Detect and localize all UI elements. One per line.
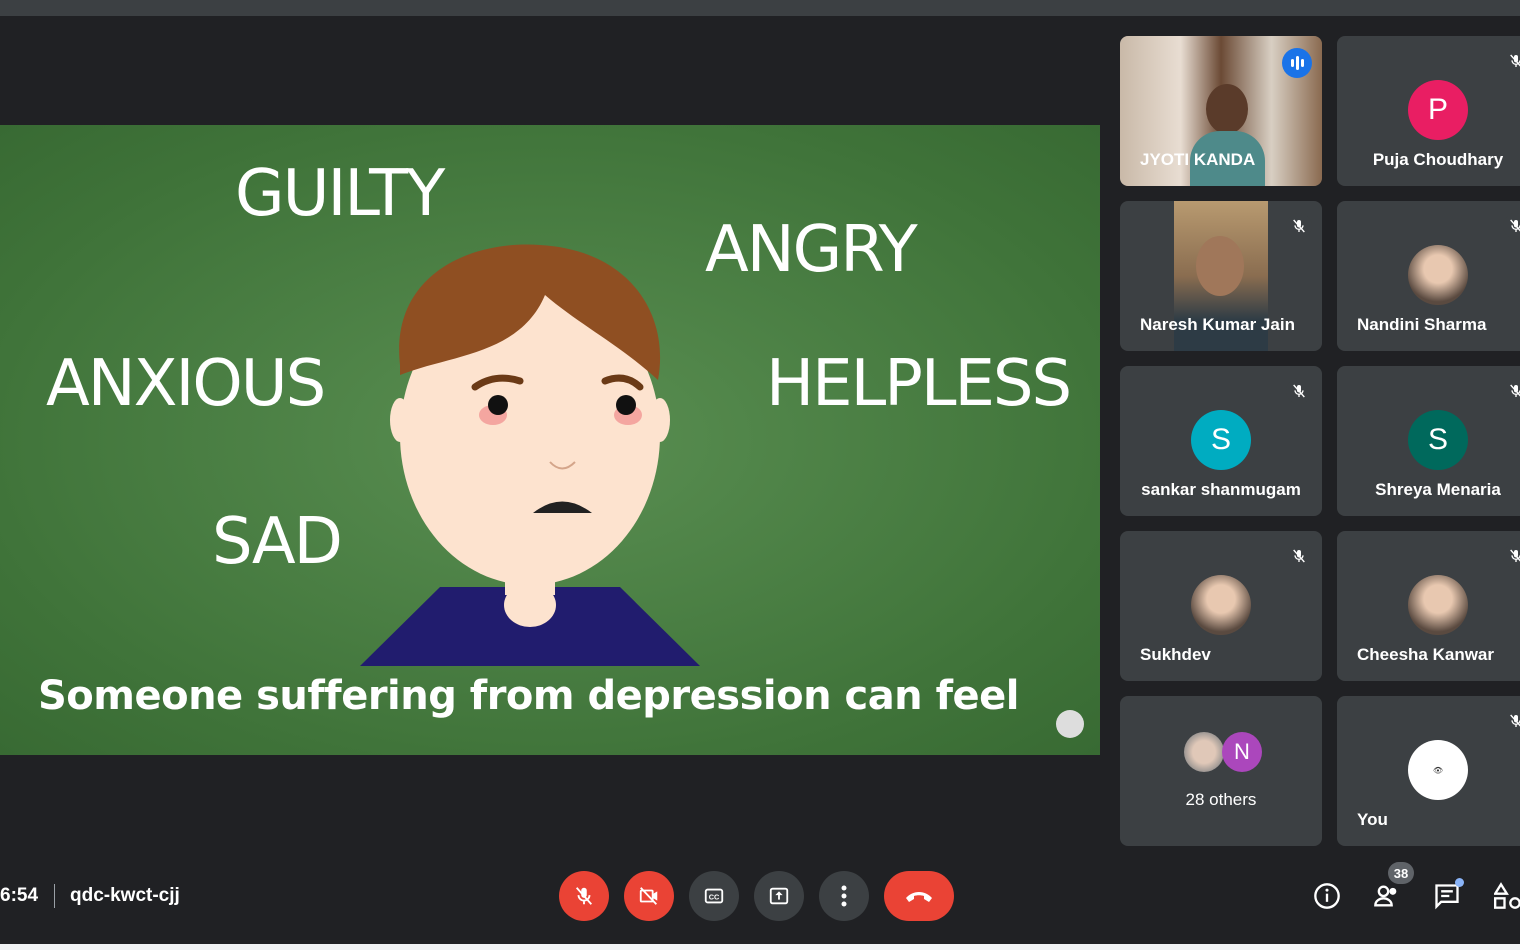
meeting-details-button[interactable] xyxy=(1313,882,1341,915)
avatar xyxy=(1408,575,1468,635)
avatar: S xyxy=(1191,410,1251,470)
word-helpless: HELPLESS xyxy=(766,347,1072,421)
people-button[interactable]: 38 xyxy=(1372,862,1414,915)
present-button[interactable] xyxy=(754,871,804,921)
participant-tile[interactable]: Ssankar shanmugam xyxy=(1120,366,1322,516)
mic-off-icon xyxy=(575,887,593,905)
present-icon xyxy=(769,887,789,905)
participant-name: JYOTI KANDA xyxy=(1140,150,1256,169)
word-guilty: GUILTY xyxy=(235,157,445,231)
avatar: N xyxy=(1222,732,1262,772)
muted-mic-icon xyxy=(1286,378,1312,404)
participant-tile[interactable]: JYOTI KANDA xyxy=(1120,36,1322,186)
avatar: P xyxy=(1408,80,1468,140)
meeting-time: 6:54 xyxy=(0,885,39,906)
muted-mic-icon xyxy=(1503,708,1520,734)
top-bar xyxy=(0,0,1520,16)
participant-name: Puja Choudhary xyxy=(1372,150,1504,169)
end-call-icon xyxy=(906,892,932,902)
participant-name: Shreya Menaria xyxy=(1375,480,1501,499)
speaking-indicator-icon xyxy=(1282,48,1312,78)
word-sad: SAD xyxy=(212,505,343,579)
participant-name: Naresh Kumar Jain xyxy=(1140,315,1295,334)
participant-tile[interactable]: Nandini Sharma xyxy=(1337,201,1520,351)
avatar: 👁 xyxy=(1408,740,1468,800)
presentation-slide: GUILTY ANGRY ANXIOUS HELPLESS SAD Someon… xyxy=(0,125,1100,755)
participant-tile[interactable]: P Puja Choudhary xyxy=(1337,36,1520,186)
captions-icon: CC xyxy=(704,888,724,904)
participant-name: You xyxy=(1357,810,1388,829)
activities-button[interactable] xyxy=(1493,882,1520,915)
avatar xyxy=(1191,575,1251,635)
word-anxious: ANXIOUS xyxy=(46,347,326,421)
activities-icon xyxy=(1493,882,1520,909)
slide-caption: Someone suffering from depression can fe… xyxy=(38,673,1019,719)
info-icon xyxy=(1314,883,1340,909)
participant-name: Nandini Sharma xyxy=(1357,315,1487,334)
sad-person-illustration xyxy=(360,244,700,666)
avatar xyxy=(1184,732,1224,772)
chat-notification-dot xyxy=(1455,878,1464,887)
participant-tile[interactable]: S Shreya Menaria xyxy=(1337,366,1520,516)
people-icon xyxy=(1374,885,1397,907)
camera-off-icon xyxy=(639,887,658,905)
muted-mic-icon xyxy=(1503,48,1520,74)
camera-toggle-button[interactable] xyxy=(624,871,674,921)
svg-text:CC: CC xyxy=(709,893,720,902)
participant-name: 28 others xyxy=(1185,790,1257,809)
divider xyxy=(54,884,55,908)
end-call-button[interactable] xyxy=(884,871,954,921)
more-options-button[interactable] xyxy=(819,871,869,921)
participant-name: sankar shanmugam xyxy=(1141,480,1301,499)
chat-button[interactable] xyxy=(1433,878,1464,915)
participant-name: Cheesha Kanwar xyxy=(1357,645,1494,664)
muted-mic-icon xyxy=(1503,378,1520,404)
muted-mic-icon xyxy=(1503,213,1520,239)
microphone-toggle-button[interactable] xyxy=(559,871,609,921)
participant-name: Sukhdev xyxy=(1140,645,1211,664)
avatar: S xyxy=(1408,410,1468,470)
muted-mic-icon xyxy=(1286,213,1312,239)
bottom-strip xyxy=(0,944,1520,950)
more-icon xyxy=(841,885,847,907)
meeting-code[interactable]: qdc-kwct-cjj xyxy=(70,885,180,907)
people-count-badge: 38 xyxy=(1388,862,1414,884)
participant-tile[interactable]: N 28 others xyxy=(1120,696,1322,846)
muted-mic-icon xyxy=(1503,543,1520,569)
participant-tile[interactable]: Naresh Kumar Jain xyxy=(1120,201,1322,351)
participant-tile[interactable]: 👁 You xyxy=(1337,696,1520,846)
participant-tile[interactable]: Sukhdev xyxy=(1120,531,1322,681)
muted-mic-icon xyxy=(1286,543,1312,569)
captions-button[interactable]: CC xyxy=(689,871,739,921)
avatar xyxy=(1408,245,1468,305)
participant-tile[interactable]: Cheesha Kanwar xyxy=(1337,531,1520,681)
watermark-logo xyxy=(1056,710,1084,738)
word-angry: ANGRY xyxy=(705,213,918,287)
